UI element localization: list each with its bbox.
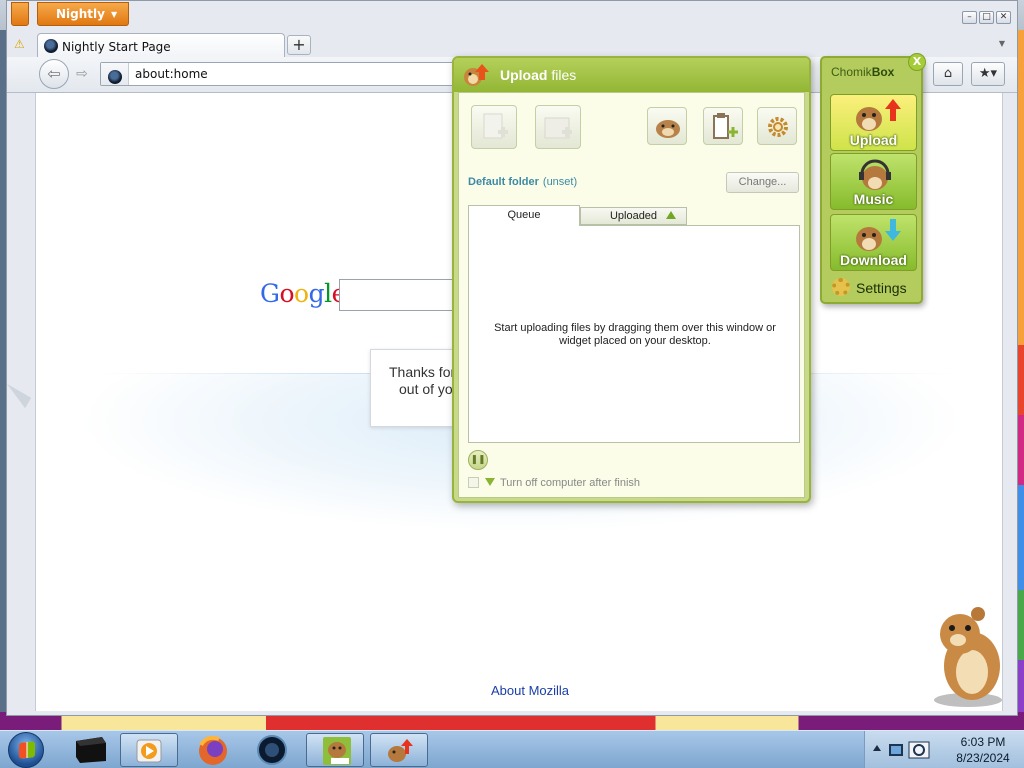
- media-player-icon: [136, 739, 162, 763]
- widget-upload-button[interactable]: Upload: [830, 94, 917, 151]
- taskbar-app-black-box[interactable]: [62, 733, 120, 767]
- empty-queue-hint: Start uploading files by dragging them o…: [494, 322, 776, 347]
- bookmarks-button[interactable]: ★▾: [971, 62, 1005, 86]
- windows-logo-icon: [19, 741, 35, 759]
- back-button[interactable]: ⇦: [39, 59, 69, 89]
- chomikbox-widget: ChomikBox X Upload Music Download Settin…: [820, 53, 926, 304]
- download-hamster-icon: [856, 219, 901, 251]
- network-volume-tray-icons[interactable]: [887, 740, 935, 760]
- google-logo: Google: [260, 279, 346, 308]
- app-menu-stub[interactable]: [11, 2, 29, 26]
- taskbar-app-nightly[interactable]: [242, 733, 300, 767]
- upload-dialog-header: Upload files: [454, 58, 809, 92]
- home-icon: ⌂: [943, 66, 953, 81]
- upload-taskbar-icon: [388, 739, 413, 762]
- nightly-globe-icon: [257, 735, 287, 765]
- pause-icon: ❚❚: [470, 455, 486, 465]
- taskbar-app-chomikbox[interactable]: [306, 733, 364, 767]
- gear-icon: [768, 117, 788, 137]
- new-tab-button[interactable]: +: [287, 35, 311, 55]
- widget-upload-label: Upload: [849, 132, 898, 148]
- add-files-button[interactable]: [471, 105, 517, 149]
- show-hidden-icons-icon[interactable]: [873, 745, 881, 751]
- pause-button[interactable]: ❚❚: [468, 450, 488, 470]
- widget-close-button[interactable]: X: [908, 53, 926, 71]
- shutdown-label[interactable]: Turn off computer after finish: [500, 477, 640, 489]
- app-menu-label: Nightly: [56, 7, 105, 21]
- globe-icon: [44, 39, 58, 53]
- add-clipboard-button[interactable]: [703, 107, 743, 145]
- shutdown-option: Turn off computer after finish: [468, 477, 640, 493]
- chomikbox-brand: ChomikBox: [831, 65, 895, 79]
- tab-title: Nightly Start Page: [62, 40, 171, 54]
- tab-queue[interactable]: Queue: [468, 205, 580, 226]
- widget-music-button[interactable]: Music: [830, 153, 917, 210]
- url-bar[interactable]: about:home: [100, 62, 460, 86]
- taskbar-app-chomikbox-upload[interactable]: [370, 733, 428, 767]
- upload-dialog-body: Default folder (unset) Change... Queue Up…: [458, 92, 805, 498]
- about-mozilla-link[interactable]: About Mozilla: [491, 683, 569, 698]
- url-text[interactable]: about:home: [135, 67, 208, 81]
- star-icon: ★▾: [978, 66, 998, 81]
- firefox-icon: [199, 735, 227, 765]
- default-folder-value: (unset): [542, 176, 578, 188]
- warning-icon[interactable]: ⚠: [14, 37, 28, 51]
- clock-time: 6:03 PM: [960, 735, 1006, 749]
- chomikbox-taskbar-icon: [323, 737, 351, 765]
- minimize-button[interactable]: –: [962, 11, 977, 24]
- taskbar-app-firefox[interactable]: [184, 733, 242, 767]
- app-menu-button[interactable]: Nightly ▼: [37, 2, 129, 26]
- system-tray: 6:03 PM 8/23/2024: [864, 731, 1024, 768]
- title-bar: Nightly ▼ – □ ✕: [7, 1, 1017, 29]
- maximize-button[interactable]: □: [979, 11, 994, 24]
- black-cube-icon: [76, 737, 106, 763]
- upload-queue-list[interactable]: Start uploading files by dragging them o…: [468, 225, 800, 443]
- widget-settings-button[interactable]: Settings: [832, 278, 907, 296]
- upload-settings-button[interactable]: [757, 107, 797, 145]
- hamster-mascot-icon[interactable]: [918, 600, 1018, 710]
- home-button[interactable]: ⌂: [933, 62, 963, 86]
- upload-dialog-title: Upload files: [500, 67, 577, 83]
- site-identity-button[interactable]: [101, 63, 129, 85]
- add-file-icon: [483, 113, 508, 139]
- triangle-up-icon: [666, 211, 676, 219]
- taskbar: 6:03 PM 8/23/2024: [0, 730, 1024, 768]
- chomikbox-upload-logo-icon: [464, 64, 489, 86]
- hamster-icon: [656, 120, 680, 138]
- forward-button[interactable]: ⇨: [71, 63, 93, 85]
- default-folder-label: Default folder (unset): [468, 176, 578, 188]
- tab-uploaded[interactable]: Uploaded: [580, 207, 687, 225]
- forward-arrow-icon: ⇨: [76, 66, 88, 82]
- widget-download-button[interactable]: Download: [830, 214, 917, 271]
- site-globe-icon: [108, 70, 122, 84]
- tab-list-icon[interactable]: ▼: [999, 39, 1005, 48]
- tab-nightly-start-page[interactable]: Nightly Start Page: [37, 33, 285, 59]
- widget-music-label: Music: [853, 191, 894, 207]
- triangle-down-icon: [485, 478, 495, 486]
- upload-hamster-icon: [856, 99, 901, 131]
- settings-gear-icon: [832, 278, 850, 296]
- chevron-down-icon: ▼: [110, 10, 118, 19]
- add-folder-button[interactable]: [535, 105, 581, 149]
- close-window-button[interactable]: ✕: [996, 11, 1011, 24]
- add-folder-icon: [544, 117, 572, 139]
- widget-download-label: Download: [840, 252, 907, 268]
- change-folder-button[interactable]: Change...: [726, 172, 799, 193]
- taskbar-app-media-player[interactable]: [120, 733, 178, 767]
- clock-date: 8/23/2024: [956, 751, 1010, 765]
- upload-files-dialog: Upload files Default folder (unset) Chang…: [452, 56, 811, 503]
- chomik-account-button[interactable]: [647, 107, 687, 145]
- clipboard-add-icon: [713, 113, 738, 139]
- back-arrow-icon: ⇦: [47, 64, 61, 83]
- window-controls: – □ ✕: [962, 11, 1011, 24]
- shutdown-checkbox[interactable]: [468, 477, 479, 488]
- taskbar-clock[interactable]: 6:03 PM 8/23/2024: [945, 734, 1021, 766]
- tab-strip: ⚠ Nightly Start Page + ▼: [7, 31, 1017, 59]
- start-button[interactable]: [8, 732, 44, 768]
- music-hamster-icon: [859, 159, 891, 190]
